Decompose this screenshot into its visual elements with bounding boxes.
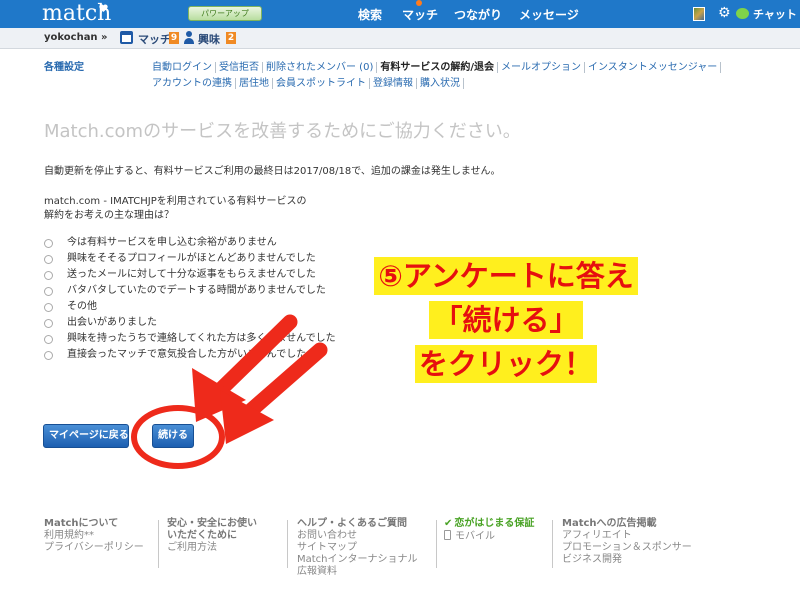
option-label[interactable]: 興味を持ったうちで連絡してくれた方は多くいませんでした bbox=[67, 332, 336, 346]
chat-link[interactable]: チャット bbox=[753, 6, 797, 22]
footer-col-about: Matchについて 利用規約** プライバシーポリシー bbox=[44, 518, 144, 554]
sub-nav-bar: yokochan » マッチ 9 興味 2 bbox=[0, 28, 800, 49]
radio-button[interactable] bbox=[44, 255, 53, 264]
radio-button[interactable] bbox=[44, 271, 53, 280]
settings-link-location[interactable]: 居住地 bbox=[236, 78, 273, 89]
chat-icon[interactable] bbox=[736, 8, 749, 19]
footer-heading[interactable]: Matchへの広告掲載 bbox=[562, 518, 692, 530]
footer-col-help: ヘルプ・よくあるご質問 お問い合わせ サイトマップ Matchインターナショナル… bbox=[297, 518, 418, 578]
top-nav-bar: match パワーアップ 検索 マッチ つながり メッセージ ⚙ チャット bbox=[0, 0, 800, 28]
avatar[interactable] bbox=[693, 7, 705, 21]
match-link[interactable]: マッチ bbox=[138, 31, 171, 47]
footer-link[interactable]: 広報資料 bbox=[297, 566, 418, 578]
settings-link-deleted[interactable]: 削除されたメンバー (0) bbox=[263, 62, 378, 73]
footer-link[interactable]: プロモーション＆スポンサー bbox=[562, 542, 692, 554]
settings-link-spotlight[interactable]: 会員スポットライト bbox=[273, 78, 370, 89]
footer-link[interactable]: モバイル bbox=[455, 531, 495, 542]
footer-divider bbox=[287, 520, 288, 568]
radio-button[interactable] bbox=[44, 303, 53, 312]
settings-link-mail[interactable]: メールオプション bbox=[498, 62, 585, 73]
check-icon: ✔ bbox=[444, 518, 453, 529]
option-label[interactable]: 送ったメールに対して十分な返事をもらえませんでした bbox=[67, 268, 316, 282]
settings-link-auto-login[interactable]: 自動ログイン bbox=[148, 62, 216, 73]
radio-button[interactable] bbox=[44, 351, 53, 360]
footer-link[interactable]: ビジネス開発 bbox=[562, 554, 692, 566]
settings-title: 各種設定 bbox=[44, 62, 84, 73]
footer-link[interactable]: 利用規約** bbox=[44, 530, 144, 542]
settings-nav-row-2: アカウントの連携 居住地 会員スポットライト 登録情報 購入状況 bbox=[148, 74, 464, 89]
option-label[interactable]: 出会いがありました bbox=[67, 316, 157, 330]
footer-link[interactable]: お問い合わせ bbox=[297, 530, 418, 542]
radio-button[interactable] bbox=[44, 335, 53, 344]
footer-link[interactable]: ご利用方法 bbox=[167, 542, 257, 554]
footer-divider bbox=[158, 520, 159, 568]
footer-col-safety: 安心・安全にお使い いただくために ご利用方法 bbox=[167, 518, 257, 554]
settings-link-cancel[interactable]: 有料サービスの解約/退会 bbox=[377, 62, 498, 73]
footer-link[interactable]: アフィリエイト bbox=[562, 530, 692, 542]
option-label[interactable]: 興味をそそるプロフィールがほとんどありませんでした bbox=[67, 252, 316, 266]
nav-match[interactable]: マッチ bbox=[402, 6, 438, 23]
settings-link-purchases[interactable]: 購入状況 bbox=[417, 78, 464, 89]
footer-col-guarantee: ✔ 恋がはじまる保証 モバイル bbox=[444, 518, 534, 543]
calendar-icon bbox=[120, 31, 133, 44]
page-title: Match.comのサービスを改善するためにご協力ください。 bbox=[44, 121, 521, 142]
footer-heading[interactable]: ヘルプ・よくあるご質問 bbox=[297, 518, 418, 530]
footer: Matchについて 利用規約** プライバシーポリシー 安心・安全にお使い いた… bbox=[0, 518, 800, 600]
person-icon bbox=[183, 31, 195, 45]
settings-link-accounts[interactable]: アカウントの連携 bbox=[148, 78, 236, 89]
footer-divider bbox=[436, 520, 437, 568]
option-label[interactable]: 直接会ったマッチで意気投合した方がいませんでした bbox=[67, 348, 306, 362]
footer-heading[interactable]: 恋がはじまる保証 bbox=[454, 518, 534, 529]
settings-link-block[interactable]: 受信拒否 bbox=[216, 62, 263, 73]
arrow-icon bbox=[220, 342, 328, 444]
notice-text: 自動更新を停止すると、有料サービスご利用の最終日は2017/08/18で、追加の… bbox=[44, 166, 501, 177]
radio-button[interactable] bbox=[44, 287, 53, 296]
username-link[interactable]: yokochan » bbox=[44, 32, 108, 43]
interest-count-badge: 2 bbox=[226, 32, 236, 44]
annotation-line-2: 「続ける」 bbox=[429, 301, 583, 339]
gear-icon[interactable]: ⚙ bbox=[718, 5, 731, 21]
annotation-line-3: をクリック！ bbox=[414, 345, 597, 383]
settings-nav-row-1: 自動ログイン 受信拒否 削除されたメンバー (0) 有料サービスの解約/退会 メールオプ… bbox=[148, 58, 722, 73]
settings-link-im[interactable]: インスタントメッセンジャー bbox=[585, 62, 722, 73]
footer-heading[interactable]: 安心・安全にお使い bbox=[167, 518, 257, 530]
highlight-circle bbox=[131, 405, 225, 469]
power-up-button[interactable]: パワーアップ bbox=[188, 6, 262, 21]
footer-heading[interactable]: Matchについて bbox=[44, 518, 144, 530]
nav-search[interactable]: 検索 bbox=[358, 6, 382, 23]
option-label[interactable]: その他 bbox=[67, 300, 97, 314]
footer-link[interactable]: プライバシーポリシー bbox=[44, 542, 144, 554]
question-line-1: match.com - IMATCHJPを利用されている有料サービスの bbox=[44, 196, 307, 207]
annotation-line-1: ⑤アンケートに答え bbox=[374, 257, 638, 295]
footer-col-advertising: Matchへの広告掲載 アフィリエイト プロモーション＆スポンサー ビジネス開発 bbox=[562, 518, 692, 566]
nav-connections[interactable]: つながり bbox=[454, 6, 502, 23]
heart-icon bbox=[99, 4, 108, 12]
footer-divider bbox=[552, 520, 553, 568]
radio-button[interactable] bbox=[44, 239, 53, 248]
option-label[interactable]: 今は有料サービスを申し込む余裕がありません bbox=[67, 236, 277, 250]
footer-heading[interactable]: いただくために bbox=[167, 530, 257, 542]
interest-link[interactable]: 興味 bbox=[198, 31, 220, 47]
footer-link[interactable]: Matchインターナショナル bbox=[297, 554, 418, 566]
mobile-icon bbox=[444, 530, 451, 540]
back-to-mypage-button[interactable]: マイページに戻る bbox=[43, 424, 129, 448]
instruction-annotation: ⑤アンケートに答え 「続ける」 をクリック！ bbox=[336, 257, 676, 389]
nav-messages[interactable]: メッセージ bbox=[519, 6, 579, 23]
settings-link-profile[interactable]: 登録情報 bbox=[370, 78, 417, 89]
question-line-2: 解約をお考えの主な理由は？ bbox=[44, 210, 174, 221]
option-label[interactable]: バタバタしていたのでデートする時間がありませんでした bbox=[67, 284, 326, 298]
radio-button[interactable] bbox=[44, 319, 53, 328]
footer-link[interactable]: サイトマップ bbox=[297, 542, 418, 554]
match-count-badge: 9 bbox=[169, 32, 179, 44]
